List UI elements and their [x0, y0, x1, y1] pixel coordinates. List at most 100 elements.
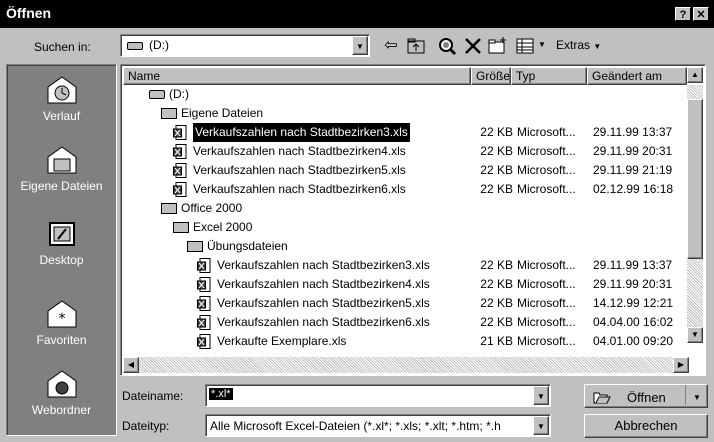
filetype-dropdown-button[interactable]: ▼: [533, 416, 549, 435]
history-icon: [44, 73, 80, 105]
folder-row[interactable]: Excel 2000: [123, 218, 683, 237]
views-dropdown-icon[interactable]: ▼: [538, 40, 546, 49]
extras-menu[interactable]: Extras ▼: [556, 38, 601, 52]
item-size: 22 KB: [480, 163, 513, 177]
extras-label: Extras: [556, 38, 591, 52]
lookin-value: (D:): [149, 38, 169, 52]
open-label: Öffnen: [627, 390, 666, 405]
file-row[interactable]: Verkaufszahlen nach Stadtbezirken4.xls 22…: [123, 275, 683, 294]
place-label: Eigene Dateien: [20, 179, 103, 193]
item-size: 22 KB: [480, 277, 513, 291]
desktop-icon: [44, 217, 80, 249]
excel-file-icon: [173, 163, 187, 178]
item-name: Verkaufszahlen nach Stadtbezirken5.xls: [217, 296, 430, 310]
file-row[interactable]: Verkaufszahlen nach Stadtbezirken6.xls 22…: [123, 313, 683, 332]
web-folders-icon: [44, 367, 80, 399]
scroll-left-button[interactable]: ◀: [123, 357, 139, 373]
folder-icon: [161, 108, 177, 119]
place-my-documents[interactable]: Eigene Dateien: [7, 143, 116, 193]
place-label: Desktop: [39, 253, 84, 267]
file-list[interactable]: Name Größe Typ Geändert am (D:) Eigene Da…: [120, 64, 706, 376]
excel-file-icon: [197, 277, 211, 292]
dialog-title: Öffnen: [6, 5, 52, 21]
delete-icon[interactable]: [462, 36, 484, 56]
item-modified: 29.11.99 13:37: [593, 125, 673, 139]
folder-row[interactable]: Übungsdateien: [123, 237, 683, 256]
search-web-icon[interactable]: [437, 36, 459, 56]
horizontal-scrollbar[interactable]: ◀ ▶: [123, 357, 689, 373]
excel-file-icon: [197, 315, 211, 330]
scroll-right-button[interactable]: ▶: [673, 357, 689, 373]
open-dialog: Öffnen ? ✕ Suchen in: (D:) ▼ ⇦ ▼ Extras …: [0, 0, 714, 442]
favorites-icon: *: [44, 297, 80, 329]
folder-row[interactable]: Eigene Dateien: [123, 104, 683, 123]
scroll-up-button[interactable]: ▲: [687, 67, 703, 83]
file-row[interactable]: Verkaufszahlen nach Stadtbezirken3.xls 22…: [123, 123, 683, 142]
place-favorites[interactable]: * Favoriten: [7, 297, 116, 347]
place-label: Webordner: [31, 403, 92, 417]
open-button[interactable]: Öffnen ▼: [584, 384, 708, 408]
item-size: 22 KB: [480, 125, 513, 139]
excel-file-icon: [173, 182, 187, 197]
item-type: Microsoft...: [517, 144, 576, 158]
item-name: Excel 2000: [193, 220, 253, 234]
item-name: Verkaufszahlen nach Stadtbezirken4.xls: [217, 277, 430, 291]
item-modified: 04.04.00 16:02: [593, 315, 674, 329]
item-size: 22 KB: [480, 296, 513, 310]
item-name: Übungsdateien: [207, 239, 288, 253]
new-folder-icon[interactable]: [487, 36, 509, 56]
excel-file-icon: [197, 258, 211, 273]
file-row[interactable]: Verkaufszahlen nach Stadtbezirken5.xls 22…: [123, 294, 683, 313]
item-size: 22 KB: [480, 258, 513, 272]
item-size: 22 KB: [480, 144, 513, 158]
close-button[interactable]: ✕: [693, 7, 709, 21]
item-name: Verkaufszahlen nach Stadtbezirken5.xls: [193, 163, 406, 177]
filetype-label: Dateityp:: [122, 419, 170, 433]
places-bar: Verlauf Eigene Dateien Desktop * Favorit…: [6, 64, 117, 436]
file-row[interactable]: Verkaufszahlen nach Stadtbezirken6.xls 22…: [123, 180, 683, 199]
filename-input[interactable]: *.xl* ▼: [205, 384, 551, 407]
folder-row[interactable]: Office 2000: [123, 199, 683, 218]
item-size: 22 KB: [480, 315, 513, 329]
place-desktop[interactable]: Desktop: [7, 217, 116, 267]
folder-row[interactable]: (D:): [123, 85, 683, 104]
lookin-dropdown-button[interactable]: ▼: [352, 36, 368, 55]
item-name: Eigene Dateien: [181, 106, 264, 120]
folder-icon: [173, 222, 189, 233]
item-size: 22 KB: [480, 182, 513, 196]
lookin-label: Suchen in:: [34, 40, 91, 54]
vertical-scrollbar[interactable]: ▲ ▼: [687, 67, 703, 343]
cancel-button[interactable]: Abbrechen: [584, 414, 708, 438]
excel-file-icon: [173, 144, 187, 159]
file-row[interactable]: Verkaufszahlen nach Stadtbezirken4.xls 22…: [123, 142, 683, 161]
place-history[interactable]: Verlauf: [7, 73, 116, 123]
filename-dropdown-button[interactable]: ▼: [533, 386, 549, 405]
drive-icon: [149, 90, 165, 99]
place-web-folders[interactable]: Webordner: [7, 367, 116, 417]
column-header-size[interactable]: Größe: [471, 67, 511, 85]
help-button[interactable]: ?: [675, 7, 691, 21]
file-row[interactable]: Verkaufszahlen nach Stadtbezirken5.xls 22…: [123, 161, 683, 180]
lookin-combo[interactable]: (D:) ▼: [120, 34, 370, 57]
scroll-down-button[interactable]: ▼: [687, 327, 703, 343]
column-header-modified[interactable]: Geändert am: [587, 67, 687, 85]
file-row[interactable]: Verkaufte Exemplare.xls 21 KB Microsoft...…: [123, 332, 683, 351]
views-icon[interactable]: [514, 36, 536, 56]
place-label: Favoriten: [36, 333, 87, 347]
column-header-name[interactable]: Name: [123, 67, 471, 85]
item-type: Microsoft...: [517, 315, 576, 329]
item-type: Microsoft...: [517, 277, 576, 291]
filetype-select[interactable]: Alle Microsoft Excel-Dateien (*.xl*; *.x…: [205, 414, 551, 437]
scroll-thumb[interactable]: [687, 99, 703, 259]
item-modified: 14.12.99 12:21: [593, 296, 674, 310]
item-type: Microsoft...: [517, 163, 576, 177]
up-folder-icon[interactable]: [405, 36, 427, 56]
column-header-type[interactable]: Typ: [511, 67, 587, 85]
file-row[interactable]: Verkaufszahlen nach Stadtbezirken3.xls 22…: [123, 256, 683, 275]
back-icon[interactable]: ⇦: [380, 36, 402, 56]
item-name: Verkaufszahlen nach Stadtbezirken3.xls: [217, 258, 430, 272]
open-dropdown-icon[interactable]: ▼: [693, 387, 701, 409]
item-modified: 29.11.99 20:31: [593, 144, 673, 158]
item-modified: 29.11.99 13:37: [593, 258, 673, 272]
item-name: Office 2000: [181, 201, 243, 215]
